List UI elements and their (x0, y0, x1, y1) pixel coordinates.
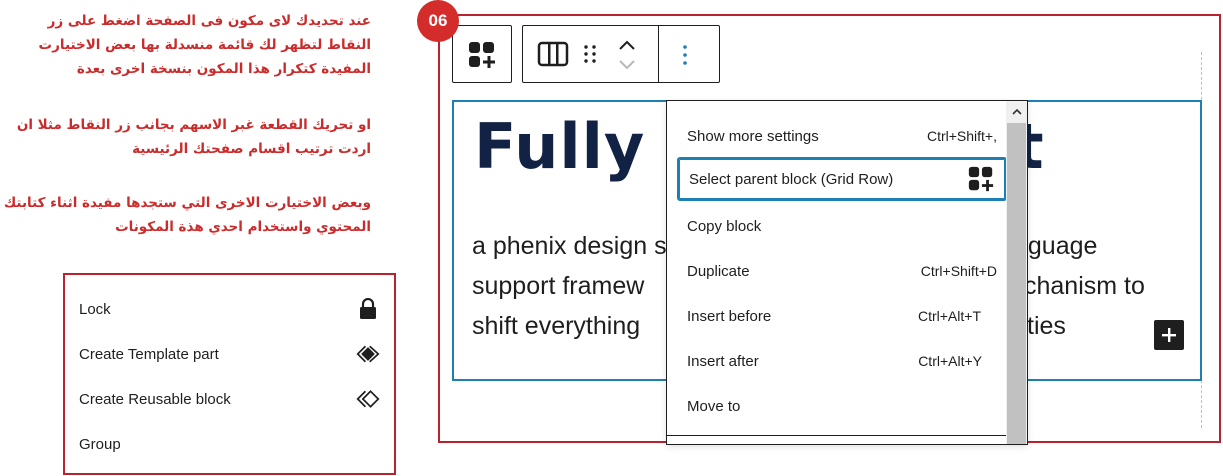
columns-icon[interactable] (537, 41, 569, 67)
instruction-paragraph-1: عند تحديدك لاى مكون فى الصفحة اضغط على ز… (38, 13, 371, 77)
instruction-paragraph-3: وبعض الاختيارت الاخرى التي ستجدها مفيدة … (3, 195, 371, 235)
paragraph-line-1: a phenix design s (472, 232, 667, 260)
paragraph-line-2: support framew (472, 272, 645, 300)
menu-item-label: Insert after (687, 352, 759, 370)
chevron-up-icon[interactable] (617, 38, 637, 52)
drag-handle-icon[interactable] (583, 43, 597, 65)
instruction-paragraph-2: او تحريك القطعة غبر الاسهم بجانب زر النق… (16, 117, 371, 157)
plus-icon (1162, 328, 1176, 342)
option-template-part-label: Create Template part (79, 345, 219, 363)
menu-item-copy-block[interactable]: Copy block (677, 204, 1007, 248)
reusable-block-icon (356, 387, 380, 411)
menu-item-shortcut: Ctrl+Shift+D (920, 263, 997, 279)
template-part-icon (356, 342, 380, 366)
paragraph-line-3-tail: ties (1027, 312, 1066, 340)
menu-item-label: Select parent block (Grid Row) (689, 170, 894, 188)
menu-item-label: Duplicate (687, 262, 750, 280)
menu-item-label: Insert before (687, 307, 772, 325)
dropdown-scrollbar-thumb[interactable] (1007, 123, 1026, 444)
block-toolbar (522, 25, 720, 83)
menu-item-label: Show more settings (687, 127, 819, 145)
menu-item-shortcut: Ctrl+Alt+Y (918, 353, 982, 369)
menu-item-move-to[interactable]: Move to (677, 384, 1007, 428)
menu-item-duplicate[interactable]: Duplicate Ctrl+Shift+D (677, 249, 1007, 293)
menu-item-insert-after[interactable]: Insert after Ctrl+Alt+Y (677, 339, 1007, 383)
menu-item-insert-before[interactable]: Insert before Ctrl+Alt+T (677, 294, 1007, 338)
option-lock-label: Lock (79, 300, 111, 318)
menu-divider (667, 435, 1007, 436)
toolbar-separator (658, 26, 659, 82)
grid-add-icon (467, 40, 497, 70)
option-lock[interactable]: Lock (79, 289, 380, 329)
menu-item-label: Copy block (687, 217, 762, 235)
menu-item-select-parent-block[interactable]: Select parent block (Grid Row) (677, 157, 1007, 201)
more-vertical-icon[interactable] (681, 43, 689, 67)
menu-item-shortcut: Ctrl+Shift+, (926, 128, 997, 144)
menu-item-shortcut: Ctrl+Alt+T (917, 308, 981, 324)
paragraph-line-3: shift everything (472, 312, 641, 340)
extra-options-panel: Lock Create Template part Create Reusabl… (63, 273, 396, 475)
chevron-down-icon[interactable] (617, 58, 637, 72)
option-create-reusable-block[interactable]: Create Reusable block (79, 379, 380, 419)
option-group[interactable]: Group (79, 424, 380, 464)
scroll-up-arrow-icon[interactable] (1006, 101, 1027, 122)
grid-add-icon (967, 165, 995, 193)
select-parent-button[interactable] (452, 25, 512, 83)
menu-item-label: Move to (687, 397, 741, 415)
add-block-button[interactable] (1154, 320, 1184, 350)
option-create-template-part[interactable]: Create Template part (79, 334, 380, 374)
paragraph-line-2-tail: chanism to (1024, 272, 1145, 300)
option-reusable-block-label: Create Reusable block (79, 390, 231, 408)
menu-item-show-more-settings[interactable]: Show more settings Ctrl+Shift+, (677, 114, 1007, 158)
lock-icon (356, 297, 380, 321)
option-group-label: Group (79, 435, 121, 453)
step-badge: 06 (417, 0, 459, 42)
block-options-dropdown: Show more settings Ctrl+Shift+, Select p… (666, 100, 1028, 445)
